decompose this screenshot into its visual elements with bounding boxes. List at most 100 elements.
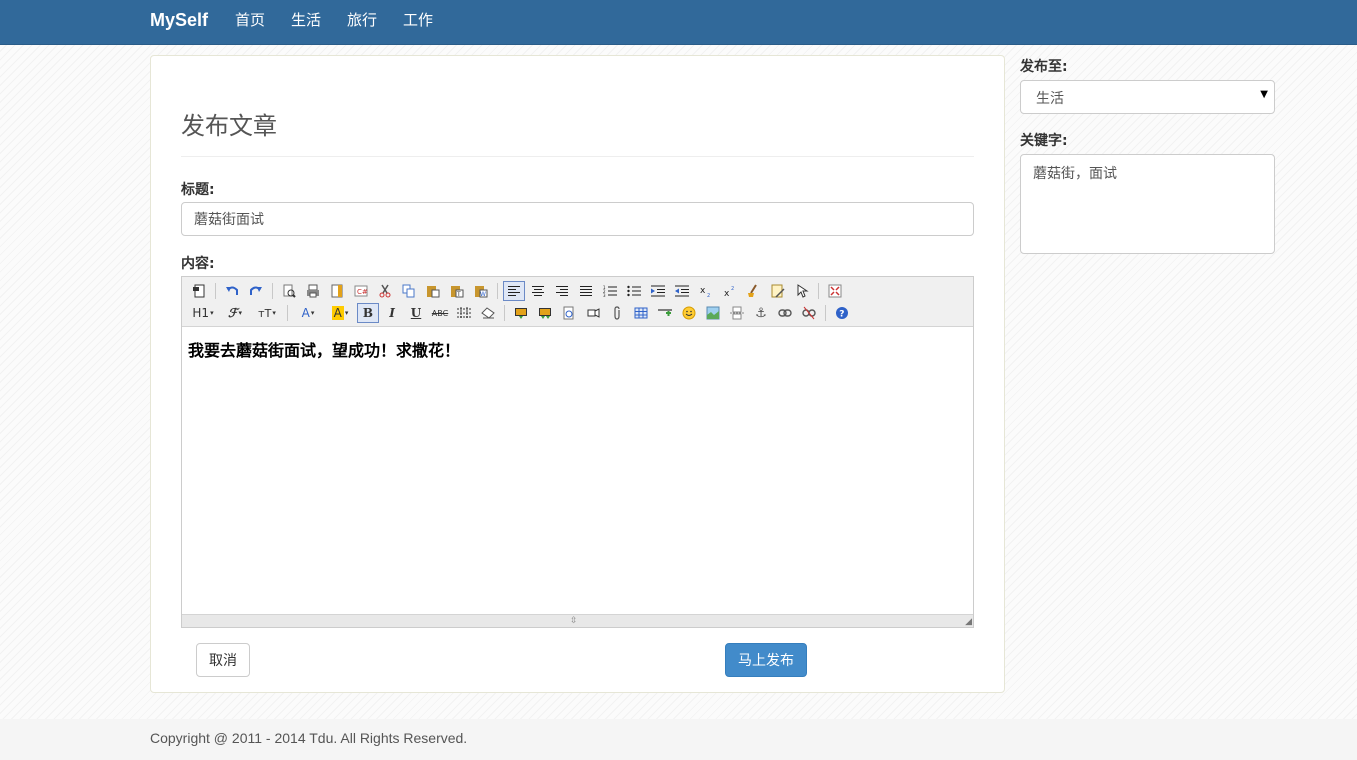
highlight-color-icon[interactable]: A ▾: [325, 303, 355, 323]
post-form-panel: 发布文章 标题: 内容:: [150, 55, 1005, 693]
chevron-down-icon: ▼: [1260, 89, 1268, 100]
underline-icon[interactable]: U: [405, 303, 427, 323]
dropdown-arrow-icon: ▾: [310, 309, 315, 317]
nav-item-life[interactable]: 生活: [278, 0, 334, 44]
dropdown-arrow-icon: ▾: [210, 309, 214, 317]
svg-text:C#: C#: [357, 288, 368, 296]
rich-text-editor: C# T W 1 2 3 x 2 x 2 H1 ▾ ℱ ▾ тT ▾ A ▾ A…: [181, 276, 974, 628]
italic-icon[interactable]: I: [381, 303, 403, 323]
preview-icon[interactable]: [278, 281, 300, 301]
keywords-label: 关键字:: [1020, 133, 1068, 149]
quick-format-icon[interactable]: [791, 281, 813, 301]
toolbar-separator: [287, 305, 288, 321]
paste-icon[interactable]: [422, 281, 444, 301]
ordered-list-icon[interactable]: 123: [599, 281, 621, 301]
table-icon[interactable]: [630, 303, 652, 323]
heading-label: H1: [192, 306, 210, 320]
multi-image-icon[interactable]: [534, 303, 556, 323]
heading-icon[interactable]: H1 ▾: [188, 303, 218, 323]
bold-icon[interactable]: B: [357, 303, 379, 323]
cut-icon[interactable]: [374, 281, 396, 301]
unlink-icon[interactable]: [798, 303, 820, 323]
category-select[interactable]: 生活 ▼: [1020, 80, 1275, 114]
code-icon[interactable]: C#: [350, 281, 372, 301]
resize-corner-icon[interactable]: ◢: [965, 617, 972, 627]
map-icon[interactable]: [702, 303, 724, 323]
editor-toolbar: C# T W 1 2 3 x 2 x 2 H1 ▾ ℱ ▾ тT ▾ A ▾ A…: [182, 277, 973, 327]
indent-icon[interactable]: [647, 281, 669, 301]
help-icon[interactable]: ?: [831, 303, 853, 323]
page-title: 发布文章: [181, 112, 277, 140]
copy-icon[interactable]: [398, 281, 420, 301]
line-height-icon[interactable]: [453, 303, 475, 323]
undo-icon[interactable]: [221, 281, 243, 301]
anchor-icon[interactable]: ⚓: [750, 303, 772, 323]
divider: [181, 156, 974, 157]
paste-plain-icon[interactable]: T: [446, 281, 468, 301]
toolbar-separator: [272, 283, 273, 299]
title-label: 标题:: [181, 182, 215, 198]
paste-word-icon[interactable]: W: [470, 281, 492, 301]
svg-text:T: T: [456, 291, 461, 298]
drag-resize-icon[interactable]: ⇳: [570, 616, 578, 626]
media-icon[interactable]: [582, 303, 604, 323]
print-icon[interactable]: [302, 281, 324, 301]
select-all-icon[interactable]: [767, 281, 789, 301]
content-label: 内容:: [181, 256, 215, 272]
font-color-label: A: [301, 306, 310, 320]
align-center-icon[interactable]: [527, 281, 549, 301]
footer: Copyright @ 2011 - 2014 Tdu. All Rights …: [0, 719, 1357, 760]
highlight-label: A: [331, 306, 344, 320]
font-size-icon[interactable]: тT ▾: [252, 303, 282, 323]
fullscreen-icon[interactable]: [824, 281, 846, 301]
svg-text:2: 2: [707, 293, 710, 297]
dropdown-arrow-icon: ▾: [238, 309, 242, 317]
svg-text:?: ?: [839, 310, 844, 320]
remove-format-icon[interactable]: [477, 303, 499, 323]
nav-menu: 首页 生活 旅行 工作: [222, 0, 446, 44]
strikethrough-icon[interactable]: ABC: [429, 303, 451, 323]
nav-item-work[interactable]: 工作: [390, 0, 446, 44]
toolbar-separator: [497, 283, 498, 299]
emoticon-icon[interactable]: [678, 303, 700, 323]
svg-text:2: 2: [731, 286, 734, 292]
toolbar-row-2: H1 ▾ ℱ ▾ тT ▾ A ▾ A ▾ B I U ABC ⚓ ?: [188, 302, 855, 324]
svg-text:W: W: [480, 291, 486, 298]
title-input[interactable]: [181, 202, 974, 236]
horizontal-rule-icon[interactable]: [654, 303, 676, 323]
clear-format-icon[interactable]: [743, 281, 765, 301]
brand-link[interactable]: MySelf: [150, 10, 208, 31]
font-size-label: тT: [258, 306, 272, 320]
cancel-button[interactable]: 取消: [196, 643, 250, 677]
font-family-glyph: ℱ: [228, 306, 238, 320]
toolbar-separator: [504, 305, 505, 321]
publish-button[interactable]: 马上发布: [725, 643, 807, 677]
publish-to-label: 发布至:: [1020, 59, 1068, 75]
dropdown-arrow-icon: ▾: [272, 309, 276, 317]
attachment-icon[interactable]: [606, 303, 628, 323]
flash-icon[interactable]: [558, 303, 580, 323]
nav-item-travel[interactable]: 旅行: [334, 0, 390, 44]
redo-icon[interactable]: [245, 281, 267, 301]
link-icon[interactable]: [774, 303, 796, 323]
align-left-icon[interactable]: [503, 281, 525, 301]
template-icon[interactable]: [326, 281, 348, 301]
outdent-icon[interactable]: [671, 281, 693, 301]
align-right-icon[interactable]: [551, 281, 573, 301]
svg-text:3: 3: [603, 293, 606, 297]
nav-item-home[interactable]: 首页: [222, 0, 278, 44]
page-break-icon[interactable]: [726, 303, 748, 323]
editor-statusbar: ⇳ ◢: [182, 614, 973, 627]
unordered-list-icon[interactable]: [623, 281, 645, 301]
svg-text:x: x: [724, 289, 730, 297]
keywords-textarea[interactable]: 蘑菇街，面试: [1020, 154, 1275, 254]
subscript-icon[interactable]: x2: [695, 281, 717, 301]
image-icon[interactable]: [510, 303, 532, 323]
toolbar-separator: [818, 283, 819, 299]
font-family-icon[interactable]: ℱ ▾: [220, 303, 250, 323]
editor-content[interactable]: 我要去蘑菇街面试，望成功！求撒花！: [188, 337, 460, 361]
superscript-icon[interactable]: x2: [719, 281, 741, 301]
font-color-icon[interactable]: A ▾: [293, 303, 323, 323]
source-icon[interactable]: [188, 281, 210, 301]
align-justify-icon[interactable]: [575, 281, 597, 301]
